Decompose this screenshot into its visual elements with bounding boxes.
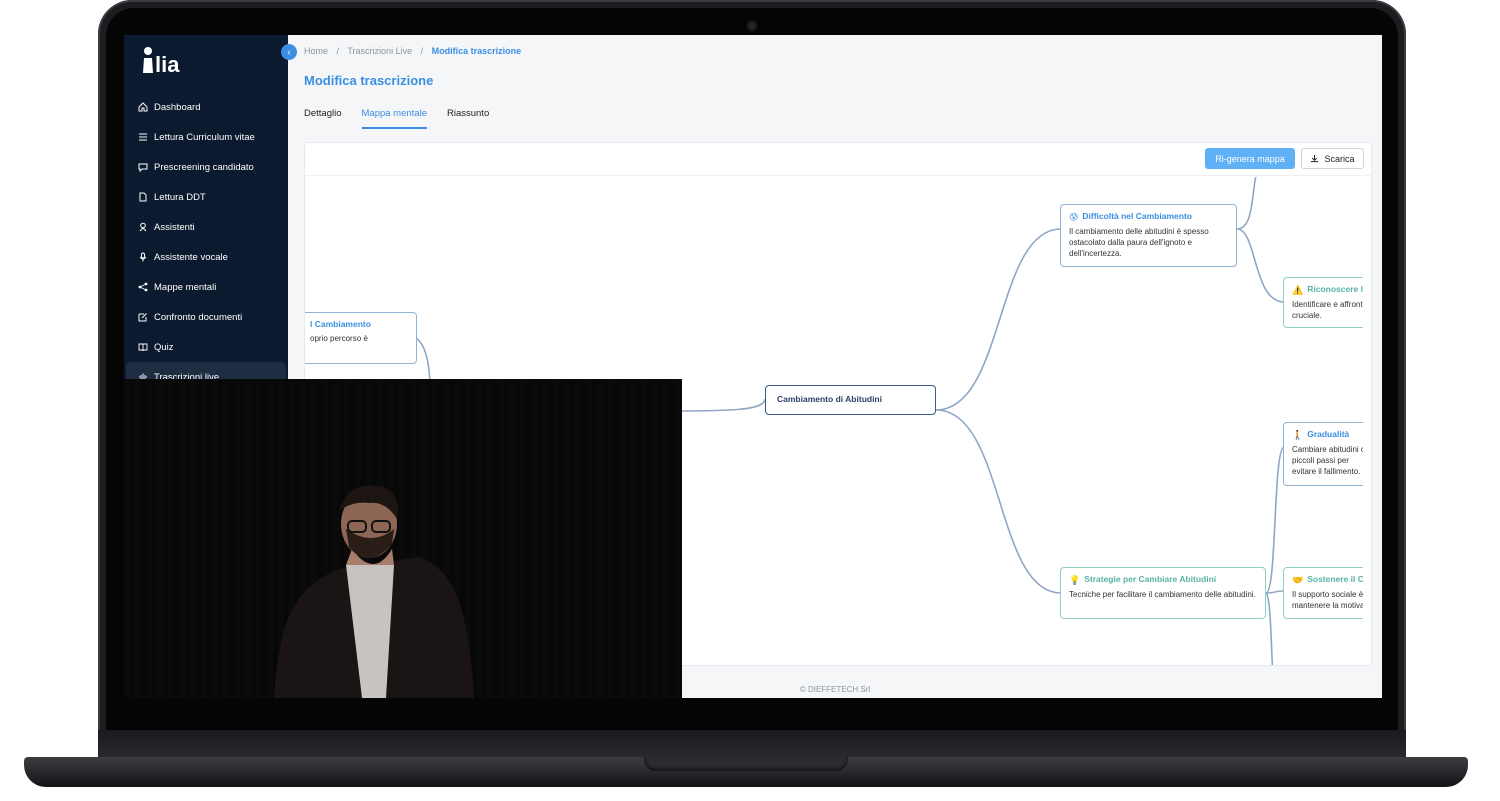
- sidebar-item-label: Mappe mentali: [154, 281, 217, 293]
- lightbulb-icon: 💡: [1069, 575, 1081, 585]
- mindmap-node-difficulty[interactable]: 😰 Difficoltà nel Cambiamento Il cambiamen…: [1060, 204, 1237, 267]
- sidebar-item-label: Confronto documenti: [154, 311, 243, 323]
- mindmap-root-node[interactable]: Cambiamento di Abitudini: [765, 385, 936, 415]
- breadcrumb-home[interactable]: Home: [304, 46, 328, 56]
- download-icon: [1310, 154, 1319, 163]
- laptop-hinge: [98, 730, 1406, 760]
- list-icon: [137, 132, 148, 143]
- node-title: Difficoltà nel Cambiamento: [1082, 211, 1192, 222]
- chevron-left-icon: ‹: [287, 47, 291, 57]
- tab-bar: Dettaglio Mappa mentale Riassunto: [304, 108, 509, 129]
- tab-riassunto[interactable]: Riassunto: [447, 108, 489, 129]
- handshake-icon: 🤝: [1292, 575, 1304, 585]
- document-icon: [137, 192, 148, 203]
- microphone-icon: [137, 252, 148, 263]
- link-strategies-gradual: [1265, 446, 1285, 594]
- node-title: Sostenere il Ca: [1307, 574, 1363, 585]
- sidebar-item-prescreening[interactable]: Prescreening candidato: [124, 152, 288, 182]
- sidebar-item-label: Assistente vocale: [154, 251, 228, 263]
- edit-document-icon: [137, 312, 148, 323]
- sidebar-item-label: Quiz: [154, 341, 174, 353]
- video-overlay[interactable]: [124, 379, 682, 698]
- regenerate-map-button[interactable]: Ri-genera mappa: [1205, 148, 1295, 169]
- node-title: Gradualità: [1307, 429, 1350, 440]
- breadcrumb-section[interactable]: Trascrizioni Live: [347, 46, 412, 56]
- mindmap-node-strategies[interactable]: 💡 Strategie per Cambiare Abitudini Tecnic…: [1060, 567, 1266, 619]
- node-title: Riconoscere le: [1307, 284, 1363, 295]
- sidebar-item-quiz[interactable]: Quiz: [124, 332, 288, 362]
- node-title: l Cambiamento: [310, 319, 371, 329]
- sidebar-item-label: Lettura Curriculum vitae: [154, 131, 255, 143]
- download-button[interactable]: Scarica: [1301, 148, 1364, 169]
- sidebar-item-assistente-vocale[interactable]: Assistente vocale: [124, 242, 288, 272]
- app-screen: lia Dashboard Lettura Curriculum vitae P…: [124, 35, 1382, 698]
- tab-dettaglio[interactable]: Dettaglio: [304, 108, 342, 129]
- walking-person-icon: 🚶: [1292, 430, 1304, 440]
- tab-mappa-mentale[interactable]: Mappa mentale: [361, 108, 427, 129]
- warning-icon: ⚠️: [1292, 285, 1304, 295]
- node-description: Identificare e affront cruciale.: [1292, 300, 1363, 320]
- webcam-icon: [748, 22, 756, 30]
- link-difficulty-recognize: [1236, 228, 1285, 303]
- breadcrumb-current: Modifica trascrizione: [431, 46, 522, 56]
- download-label: Scarica: [1324, 153, 1355, 164]
- mindmap-node-recognize[interactable]: ⚠️ Riconoscere le Identificare e affront …: [1283, 277, 1363, 328]
- sidebar-item-label: Dashboard: [154, 101, 201, 113]
- sidebar-item-assistenti[interactable]: Assistenti: [124, 212, 288, 242]
- link-strategies-bottom: [1265, 592, 1274, 665]
- node-title: Strategie per Cambiare Abitudini: [1084, 574, 1217, 585]
- sidebar-item-label: Prescreening candidato: [154, 161, 254, 173]
- chat-icon: [137, 162, 148, 173]
- node-description: Il supporto sociale è mantenere la motiv…: [1292, 590, 1363, 610]
- mindmap-toolbar: Ri-genera mappa Scarica: [305, 143, 1371, 176]
- sidebar-item-label: Assistenti: [154, 221, 195, 233]
- assistant-icon: [137, 222, 148, 233]
- node-description: oprio percorso è: [310, 334, 368, 344]
- link-strategies-support: [1265, 590, 1285, 594]
- sidebar-nav: Dashboard Lettura Curriculum vitae Presc…: [124, 92, 288, 392]
- book-icon: [137, 342, 148, 353]
- anxious-face-icon: 😰: [1069, 212, 1079, 222]
- breadcrumb: Home / Trascrizioni Live / Modifica tras…: [304, 46, 527, 56]
- lia-logo[interactable]: lia: [142, 45, 190, 77]
- sidebar-item-confronto-documenti[interactable]: Confronto documenti: [124, 302, 288, 332]
- breadcrumb-separator: /: [336, 46, 340, 56]
- sidebar-item-dashboard[interactable]: Dashboard: [124, 92, 288, 122]
- sidebar-item-mappe-mentali[interactable]: Mappe mentali: [124, 272, 288, 302]
- mindmap-node-support[interactable]: 🤝 Sostenere il Ca Il supporto sociale è m…: [1283, 567, 1363, 619]
- laptop-notch: [644, 757, 848, 771]
- svg-text:lia: lia: [155, 52, 180, 77]
- home-icon: [137, 102, 148, 113]
- page-title: Modifica trascrizione: [304, 73, 434, 88]
- link-root-strategies: [935, 409, 1062, 594]
- sidebar-item-label: Lettura DDT: [154, 191, 206, 203]
- node-description: Tecniche per facilitare il cambiamento d…: [1069, 590, 1256, 600]
- presenter-figure: [274, 485, 474, 698]
- mindmap-node-gradual[interactable]: 🚶Gradualità Cambiare abitudini con picco…: [1283, 422, 1363, 486]
- node-description: Il cambiamento delle abitudini è spesso …: [1069, 227, 1209, 258]
- link-difficulty-top: [1236, 177, 1257, 230]
- mindmap-node-left[interactable]: l Cambiamento oprio percorso è: [305, 312, 417, 364]
- share-nodes-icon: [137, 282, 148, 293]
- node-description: Cambiare abitudini con piccoli passi per…: [1292, 445, 1363, 476]
- breadcrumb-separator: /: [420, 46, 424, 56]
- link-root-difficulty: [935, 228, 1062, 411]
- sidebar-item-lettura-ddt[interactable]: Lettura DDT: [124, 182, 288, 212]
- sidebar-item-lettura-cv[interactable]: Lettura Curriculum vitae: [124, 122, 288, 152]
- sidebar-collapse-button[interactable]: ‹: [281, 44, 297, 60]
